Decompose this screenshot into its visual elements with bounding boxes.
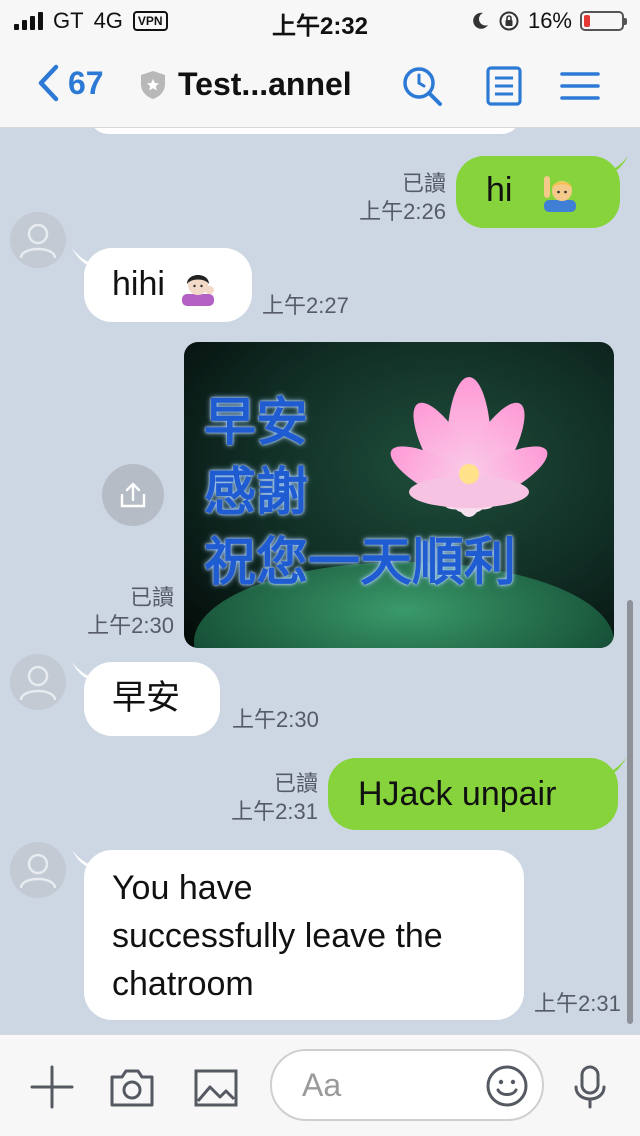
bubble-tail bbox=[604, 758, 626, 774]
emoji-icon[interactable] bbox=[484, 1063, 530, 1109]
avatar[interactable] bbox=[10, 212, 66, 268]
search-icon[interactable] bbox=[400, 64, 444, 108]
message-time: 上午2:31 bbox=[231, 799, 318, 824]
default-avatar-icon bbox=[19, 223, 57, 259]
read-receipt: 已讀 bbox=[401, 171, 446, 196]
default-avatar-icon bbox=[19, 665, 57, 701]
default-avatar-icon bbox=[19, 853, 57, 889]
battery-level bbox=[584, 15, 590, 27]
menu-icon[interactable] bbox=[558, 64, 602, 108]
plus-icon[interactable] bbox=[28, 1063, 76, 1111]
message-text: hihi bbox=[112, 265, 165, 303]
microphone-icon[interactable] bbox=[566, 1063, 614, 1111]
chat-area[interactable]: 已讀 上午2:26 hi hihi 上午2:27 已讀 上午2:30 早安 感謝… bbox=[0, 128, 640, 1034]
message-text: HJack unpair bbox=[358, 775, 557, 813]
message-text-line: successfully leave the bbox=[112, 917, 443, 955]
battery-percent: 16% bbox=[527, 8, 572, 33]
message-time: 上午2:30 bbox=[232, 707, 319, 732]
chevron-left-icon bbox=[38, 64, 59, 102]
chat-title[interactable]: Test...annel bbox=[178, 66, 352, 103]
previous-message-bubble[interactable] bbox=[90, 128, 520, 134]
incoming-message-bubble[interactable]: You have successfully leave the chatroom bbox=[84, 850, 524, 1020]
message-text: hi bbox=[486, 171, 513, 209]
scrollbar[interactable] bbox=[627, 600, 633, 1024]
message-input[interactable]: Aa bbox=[270, 1049, 544, 1121]
chat-header: 67 Test...annel bbox=[0, 42, 640, 128]
message-text-line: chatroom bbox=[112, 965, 254, 1003]
image-message[interactable]: 早安 感謝 祝您一天順利 bbox=[184, 342, 614, 648]
image-icon[interactable] bbox=[192, 1063, 240, 1111]
message-time: 上午2:31 bbox=[534, 991, 621, 1016]
status-right: 16% bbox=[470, 8, 627, 34]
message-time: 上午2:30 bbox=[87, 613, 174, 638]
battery-icon bbox=[580, 11, 627, 31]
unread-count: 67 bbox=[68, 64, 104, 101]
outgoing-message-bubble[interactable]: hi bbox=[456, 156, 620, 228]
share-button[interactable] bbox=[102, 464, 164, 526]
status-bar: GT 4G VPN 上午2:32 16% bbox=[0, 0, 640, 42]
moon-icon bbox=[473, 12, 488, 29]
message-time: 上午2:27 bbox=[262, 293, 349, 318]
message-text-line: You have bbox=[112, 869, 253, 907]
camera-icon[interactable] bbox=[108, 1063, 156, 1111]
shield-icon bbox=[141, 71, 165, 99]
share-icon bbox=[120, 482, 146, 508]
message-meta: 已讀 上午2:31 bbox=[200, 770, 318, 826]
message-meta: 已讀 上午2:26 bbox=[330, 170, 446, 226]
image-caption-line: 感謝 bbox=[204, 464, 309, 522]
message-time: 上午2:26 bbox=[359, 199, 446, 224]
read-receipt: 已讀 bbox=[273, 771, 318, 796]
avatar[interactable] bbox=[10, 654, 66, 710]
avatar[interactable] bbox=[10, 842, 66, 898]
incoming-message-bubble[interactable]: 早安 bbox=[84, 662, 220, 736]
message-input-placeholder: Aa bbox=[302, 1067, 342, 1103]
raising-hand-emoji bbox=[544, 176, 576, 212]
message-text: 早安 bbox=[112, 679, 180, 717]
bubble-tail bbox=[606, 156, 628, 172]
message-text: You have successfully leave the chatroom bbox=[112, 864, 443, 1008]
notes-icon[interactable] bbox=[482, 64, 526, 108]
back-button[interactable]: 67 bbox=[36, 64, 104, 102]
read-receipt: 已讀 bbox=[129, 585, 174, 610]
input-bar: Aa bbox=[0, 1034, 640, 1136]
tipping-hand-emoji bbox=[182, 275, 214, 306]
outgoing-message-bubble[interactable]: HJack unpair bbox=[328, 758, 618, 830]
incoming-message-bubble[interactable]: hihi bbox=[84, 248, 252, 322]
image-caption-line: 祝您一天順利 bbox=[204, 534, 517, 592]
image-caption: 早安 感謝 祝您一天順利 bbox=[204, 388, 516, 598]
message-meta: 已讀 上午2:30 bbox=[56, 584, 174, 640]
image-caption-line: 早安 bbox=[204, 394, 309, 452]
orientation-lock-icon bbox=[499, 11, 519, 31]
